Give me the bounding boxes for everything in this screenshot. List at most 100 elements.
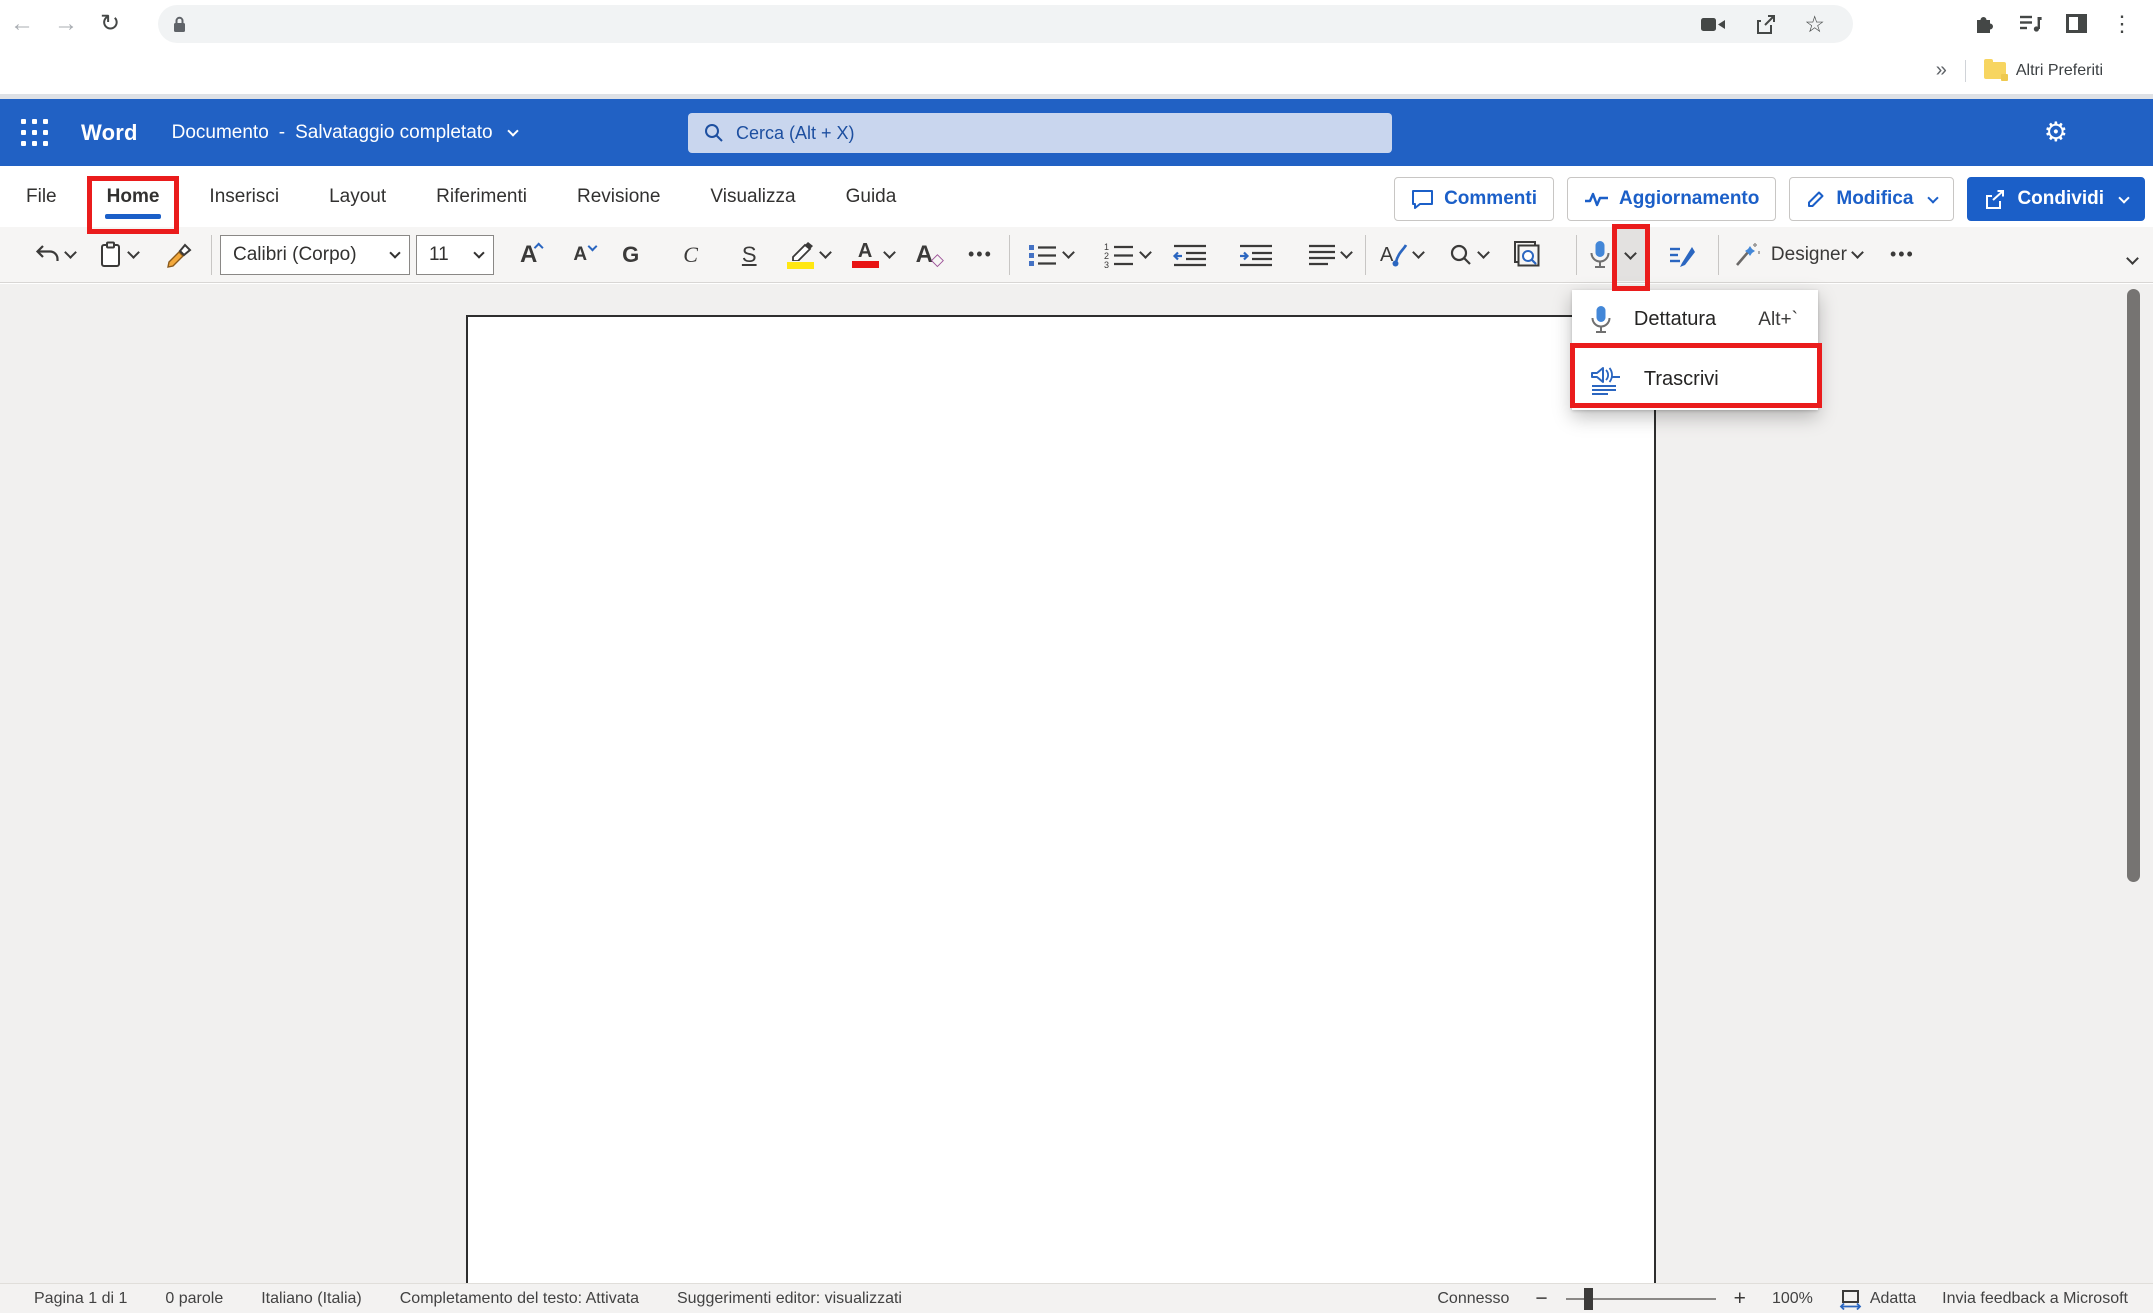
title-chevron-down-icon[interactable]: [507, 125, 518, 136]
edit-mode-button[interactable]: Modifica: [1789, 177, 1954, 221]
bullet-list-button[interactable]: [1028, 243, 1073, 267]
menu-item-dettatura[interactable]: Dettatura Alt+`: [1572, 290, 1818, 350]
toolbar-divider: [1365, 235, 1366, 275]
grow-font-button[interactable]: A: [520, 246, 545, 264]
alignment-button[interactable]: [1308, 244, 1351, 266]
toolbar-more-options-icon[interactable]: •••: [1890, 244, 1915, 265]
menu-item-trascrivi[interactable]: Trascrivi: [1572, 350, 1818, 410]
edit-chevron-down-icon: [1928, 192, 1939, 203]
tab-visualizza[interactable]: Visualizza: [708, 166, 797, 227]
font-color-chevron-down-icon[interactable]: [883, 246, 896, 259]
menu-item-label: Trascrivi: [1644, 368, 1719, 391]
format-painter-icon[interactable]: [166, 242, 193, 268]
font-more-options-icon[interactable]: •••: [968, 244, 993, 265]
comments-button[interactable]: Commenti: [1394, 177, 1554, 221]
toolbar-divider: [1718, 235, 1719, 275]
font-name-chevron-icon: [389, 247, 400, 258]
zoom-out-button[interactable]: −: [1535, 1287, 1547, 1311]
editor-button[interactable]: [1668, 241, 1696, 269]
fit-to-page-button[interactable]: Adatta: [1839, 1289, 1916, 1310]
extensions-puzzle-icon[interactable]: [1965, 13, 2003, 34]
document-title-bar[interactable]: Documento - Salvataggio completato: [172, 122, 517, 144]
svg-text:3: 3: [1104, 260, 1109, 268]
navigation-pane-icon[interactable]: [1514, 241, 1544, 269]
browser-menu-kebab-icon[interactable]: ⋮: [2103, 11, 2141, 37]
tab-layout[interactable]: Layout: [327, 166, 388, 227]
tab-inserisci[interactable]: Inserisci: [207, 166, 281, 227]
search-box[interactable]: [688, 113, 1392, 153]
font-size-select[interactable]: 11: [416, 235, 494, 275]
vertical-scrollbar[interactable]: [2127, 289, 2140, 882]
styles-chevron-icon[interactable]: [1412, 246, 1425, 259]
underline-button[interactable]: S: [742, 242, 757, 268]
paste-button[interactable]: [99, 241, 138, 268]
dictate-button[interactable]: [1589, 240, 1611, 270]
search-icon: [704, 123, 724, 143]
tab-revisione[interactable]: Revisione: [575, 166, 662, 227]
browser-forward-icon[interactable]: →: [44, 10, 88, 38]
word-header: Word Documento - Salvataggio completato …: [0, 99, 2153, 166]
address-bar[interactable]: ☆: [158, 5, 1853, 43]
highlight-chevron-down-icon[interactable]: [819, 246, 832, 259]
status-bar-right: Connesso − + 100% Adatta Invia feedback …: [1437, 1284, 2128, 1314]
styles-button[interactable]: A: [1378, 241, 1423, 268]
shrink-font-button[interactable]: A: [573, 246, 596, 264]
share-button[interactable]: Condividi: [1967, 177, 2145, 221]
increase-indent-button[interactable]: [1238, 243, 1274, 267]
font-name-select[interactable]: Calibri (Corpo): [220, 235, 410, 275]
word-count[interactable]: 0 parole: [165, 1290, 223, 1308]
clear-formatting-button[interactable]: A ◇: [916, 240, 944, 270]
other-bookmarks-label[interactable]: Altri Preferiti: [2016, 62, 2103, 80]
undo-button[interactable]: [34, 243, 75, 267]
settings-gear-icon[interactable]: ⚙: [2044, 114, 2068, 150]
tab-file[interactable]: File: [24, 166, 59, 227]
bookmarks-bar: » Altri Preferiti: [0, 47, 2153, 94]
side-panel-icon[interactable]: [2057, 14, 2095, 33]
bookmark-star-icon[interactable]: ☆: [1804, 14, 1825, 34]
bookmarks-separator: [1965, 60, 1966, 82]
decrease-indent-button[interactable]: [1172, 243, 1208, 267]
comment-icon: [1411, 189, 1434, 210]
alignment-chevron-icon[interactable]: [1340, 246, 1353, 259]
zoom-slider[interactable]: [1566, 1298, 1716, 1300]
zoom-slider-thumb[interactable]: [1584, 1288, 1593, 1310]
bold-button[interactable]: G: [622, 242, 639, 268]
dictation-dropdown-button[interactable]: Dettatura Alt+` Trascrivi: [1616, 229, 1646, 281]
search-input[interactable]: [736, 123, 1296, 144]
document-page[interactable]: [466, 315, 1656, 1283]
bullet-list-chevron-icon[interactable]: [1062, 246, 1075, 259]
browser-reload-icon[interactable]: ↻: [88, 9, 132, 38]
media-controls-icon[interactable]: [2011, 14, 2049, 33]
feedback-link[interactable]: Invia feedback a Microsoft: [1942, 1290, 2128, 1308]
language-status[interactable]: Italiano (Italia): [261, 1290, 362, 1308]
find-chevron-icon[interactable]: [1477, 246, 1490, 259]
tab-guida[interactable]: Guida: [844, 166, 899, 227]
browser-back-icon[interactable]: ←: [0, 10, 44, 38]
font-color-red-bar: [852, 261, 879, 268]
tab-home[interactable]: Home: [105, 166, 162, 227]
paste-chevron-down-icon[interactable]: [127, 246, 140, 259]
text-completion-status[interactable]: Completamento del testo: Attivata: [400, 1290, 639, 1308]
zoom-in-button[interactable]: +: [1734, 1287, 1746, 1311]
active-tab-underline: [105, 214, 162, 219]
tab-riferimenti[interactable]: Riferimenti: [434, 166, 529, 227]
toolbar-divider: [211, 235, 212, 275]
numbered-list-chevron-icon[interactable]: [1139, 246, 1152, 259]
find-button[interactable]: [1449, 243, 1488, 267]
app-launcher-icon[interactable]: [21, 119, 48, 146]
highlight-color-button[interactable]: [787, 241, 830, 269]
italic-button[interactable]: C: [683, 242, 698, 268]
updates-button[interactable]: Aggiornamento: [1567, 177, 1776, 221]
zoom-level[interactable]: 100%: [1772, 1290, 1813, 1308]
camera-icon[interactable]: [1701, 16, 1726, 33]
ribbon-tab-row: File Home Inserisci Layout Riferimenti R…: [0, 166, 2153, 227]
document-title[interactable]: Documento: [172, 122, 269, 144]
numbered-list-button[interactable]: 1 2 3: [1103, 242, 1150, 268]
bookmarks-overflow-chevrons[interactable]: »: [1918, 59, 1965, 82]
designer-button[interactable]: Designer: [1733, 241, 1862, 269]
font-color-button[interactable]: A: [852, 242, 894, 268]
page-count[interactable]: Pagina 1 di 1: [34, 1290, 127, 1308]
editor-suggestions-status[interactable]: Suggerimenti editor: visualizzati: [677, 1290, 902, 1308]
undo-chevron-down-icon[interactable]: [64, 246, 77, 259]
share-page-icon[interactable]: [1754, 14, 1776, 35]
